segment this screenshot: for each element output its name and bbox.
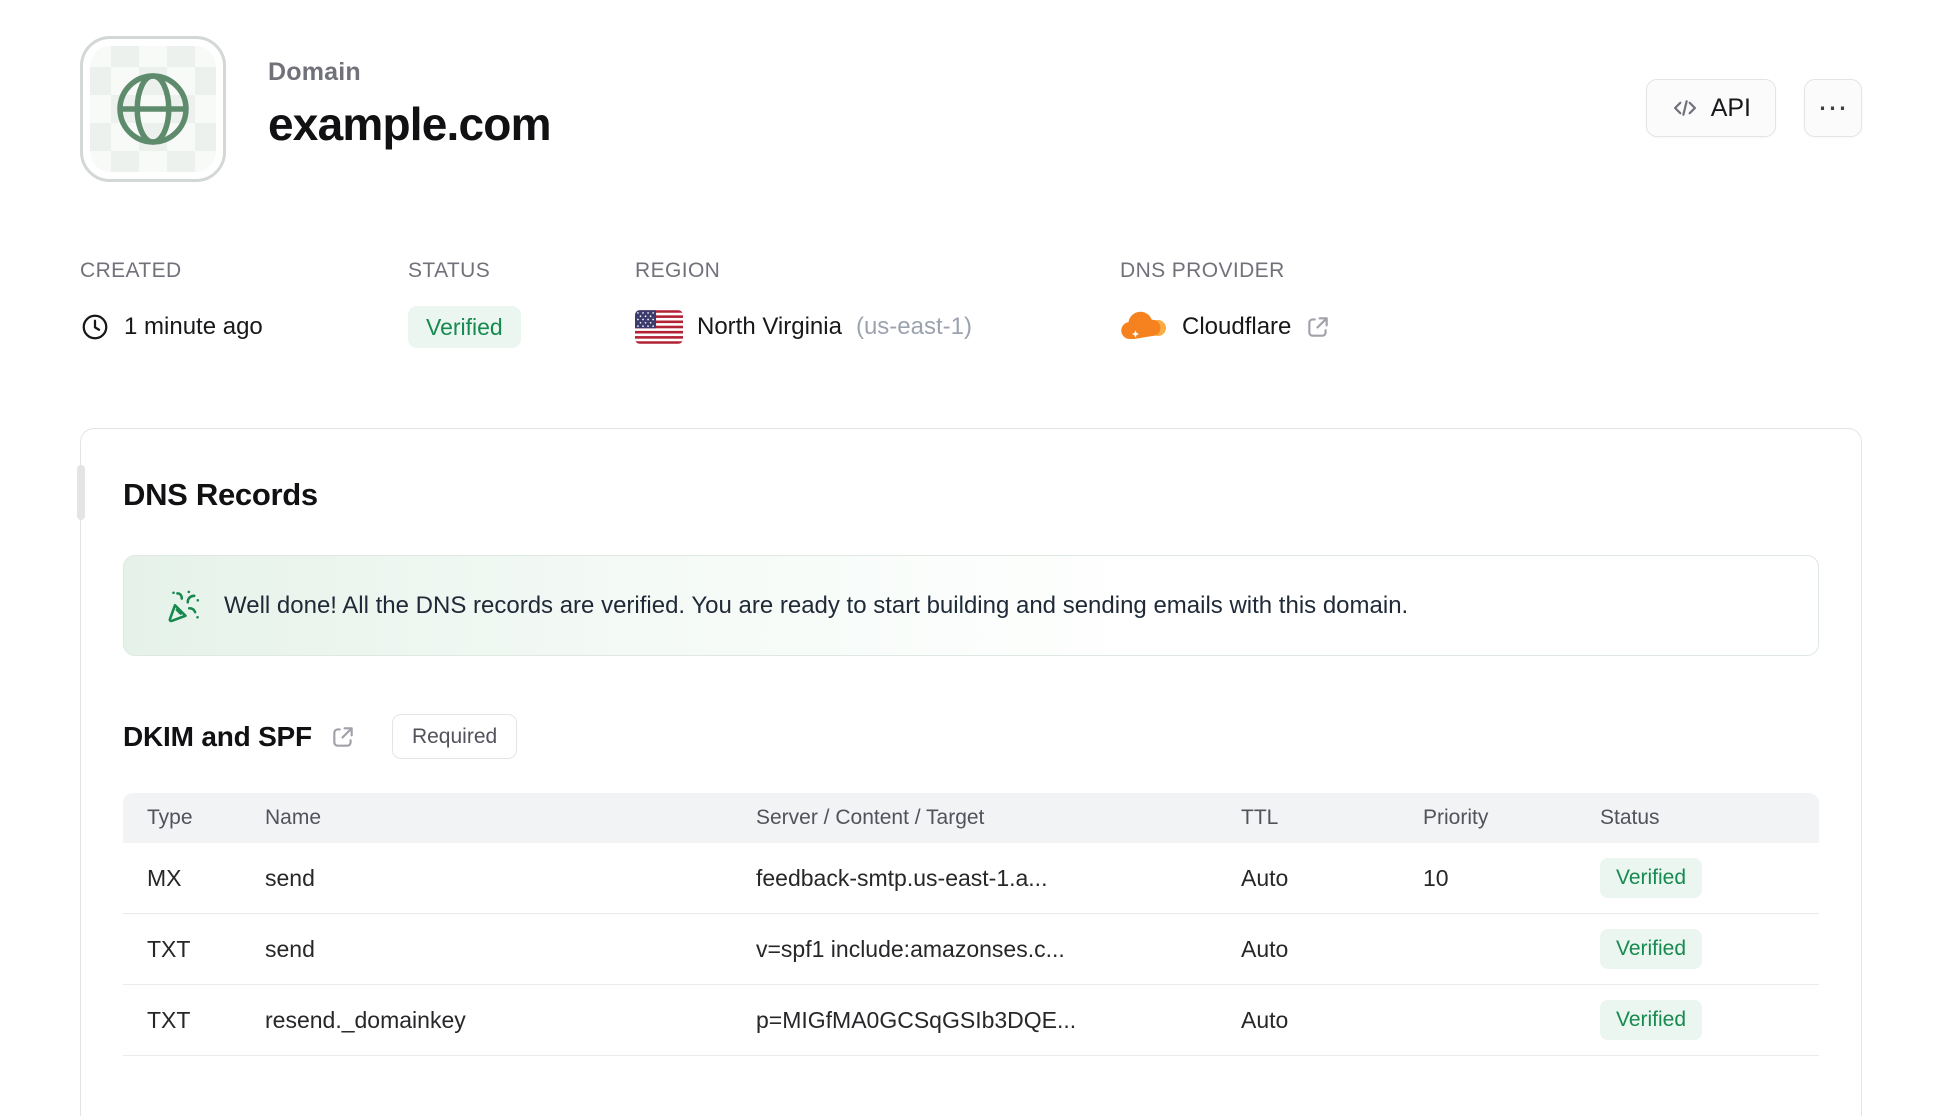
dns-provider-label: DNS PROVIDER [1120,259,1285,282]
success-banner: Well done! All the DNS records are verif… [123,555,1819,656]
col-header-content: Server / Content / Target [756,806,985,829]
code-icon [1673,100,1696,116]
dns-provider-value: Cloudflare [1182,313,1292,340]
api-button-label: API [1710,93,1751,122]
cell-name: resend._domainkey [265,1006,466,1033]
success-banner-text: Well done! All the DNS records are verif… [224,591,1409,619]
cell-content: feedback-smtp.us-east-1.a... [756,864,1048,891]
region-label: REGION [635,259,721,282]
cell-content: v=spf1 include:amazonses.c... [756,935,1065,962]
table-row: MX send feedback-smtp.us-east-1.a... Aut… [123,843,1819,914]
meta-dns-provider: DNS PROVIDER Cloudflare [1120,259,1331,348]
cell-name: send [265,935,315,962]
required-badge: Required [391,714,518,759]
status-label: STATUS [408,259,491,282]
party-popper-icon [168,590,200,622]
dns-records-card: DNS Records Well done! All the DNS recor… [76,428,1862,1116]
row-status-badge: Verified [1600,1000,1703,1040]
col-header-name: Name [265,806,322,829]
dns-records-table: Type Name Server / Content / Target TTL … [123,793,1819,1056]
col-header-type: Type [147,806,193,829]
status-badge: Verified [408,306,521,348]
dkim-external-link-icon[interactable] [330,724,356,750]
cell-type: TXT [147,935,191,962]
api-button[interactable]: API [1645,79,1776,137]
cell-ttl: Auto [1241,935,1289,962]
cloudflare-icon [1121,311,1166,340]
page-title: example.com [268,98,551,150]
created-value: 1 minute ago [124,313,263,340]
cell-ttl: Auto [1241,1006,1289,1033]
row-status-badge: Verified [1600,858,1703,898]
external-link-icon[interactable] [1305,314,1331,340]
cell-ttl: Auto [1241,864,1289,891]
dns-records-title: DNS Records [123,477,318,512]
created-label: CREATED [80,259,182,282]
dkim-spf-title: DKIM and SPF [123,720,312,752]
cell-name: send [265,864,315,891]
region-value: North Virginia [697,313,842,340]
globe-icon [117,73,189,145]
table-row: TXT resend._domainkey p=MIGfMA0GCSqGSIb3… [123,985,1819,1056]
meta-status: STATUS Verified [408,259,635,348]
domain-avatar [80,36,226,182]
col-header-ttl: TTL [1241,806,1279,829]
cell-type: TXT [147,1006,191,1033]
scroll-accent-bar [76,465,85,520]
cell-content: p=MIGfMA0GCSqGSIb3DQE... [756,1006,1077,1033]
col-header-priority: Priority [1423,806,1489,829]
table-header-row: Type Name Server / Content / Target TTL … [123,793,1819,843]
row-status-badge: Verified [1600,929,1703,969]
more-button[interactable]: ⋯ [1804,79,1862,137]
meta-region: REGION North Virginia (us-east-1) [635,259,1120,348]
cell-type: MX [147,864,182,891]
col-header-status: Status [1600,806,1660,829]
region-code: (us-east-1) [855,313,972,340]
cell-priority: 10 [1423,864,1449,891]
domain-detail-page: Domain example.com API ⋯ CREATED 1 minut… [0,0,1944,1116]
clock-icon [82,314,108,340]
page-kicker: Domain [268,58,361,86]
table-row: TXT send v=spf1 include:amazonses.c... A… [123,914,1819,985]
meta-created: CREATED 1 minute ago [80,259,408,348]
domain-meta-row: CREATED 1 minute ago STATUS Verified REG… [80,259,1862,348]
ellipsis-icon: ⋯ [1817,91,1849,125]
us-flag-icon [635,310,683,344]
